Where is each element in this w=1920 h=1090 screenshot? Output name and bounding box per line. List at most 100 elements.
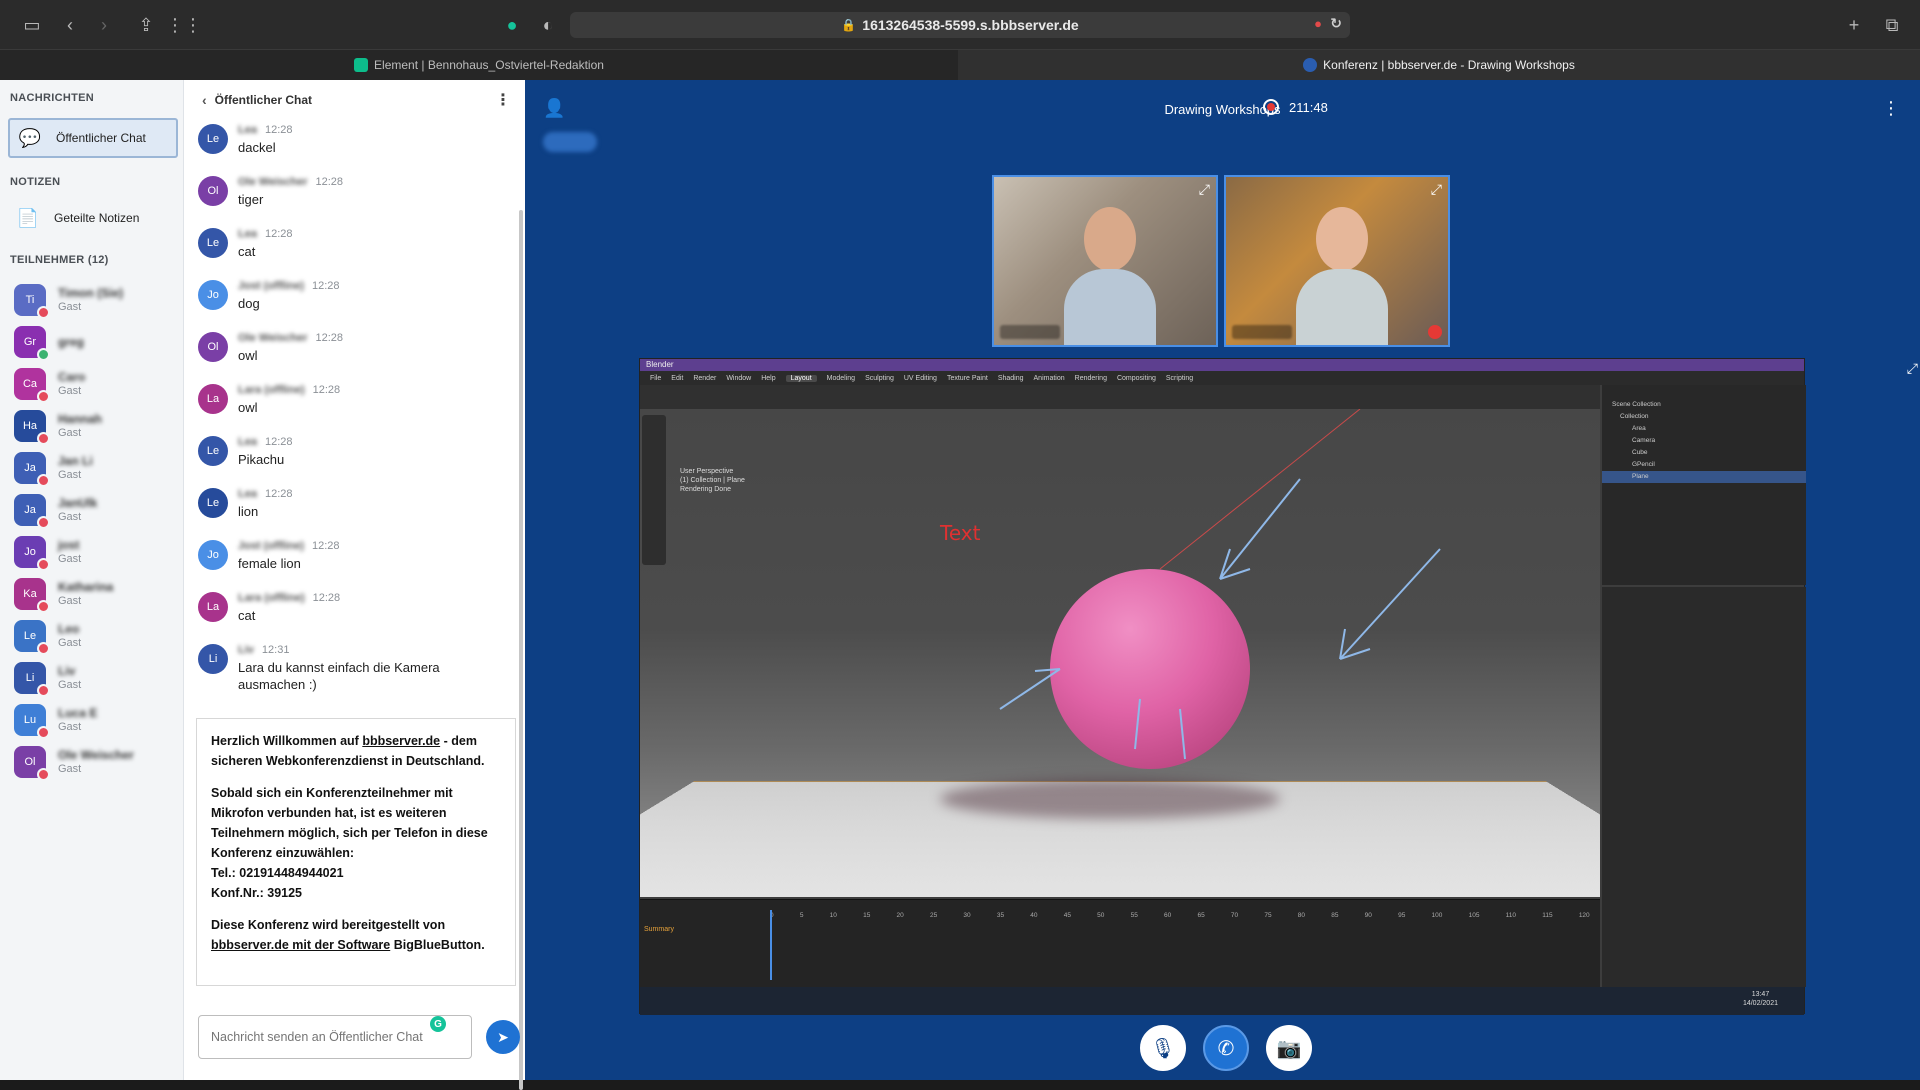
- blender-menu-item[interactable]: Help: [761, 375, 775, 382]
- blender-menu-item[interactable]: Edit: [671, 375, 683, 382]
- address-bar[interactable]: 🔒 1613264538-5599.s.bbbserver.de ● ↻: [570, 12, 1350, 38]
- blender-workspace-tab[interactable]: Rendering: [1075, 375, 1107, 382]
- blender-workspace-tab[interactable]: Texture Paint: [947, 375, 988, 382]
- timeline-tick: 40: [1030, 912, 1038, 919]
- share-icon[interactable]: ⇪: [134, 13, 158, 37]
- playhead[interactable]: [770, 910, 772, 980]
- blender-workspace-tab[interactable]: Shading: [998, 375, 1024, 382]
- participant-item[interactable]: Ka Katharina Gast: [14, 572, 174, 616]
- sidebar-toggle-icon[interactable]: ▭: [20, 13, 44, 37]
- mute-microphone-button[interactable]: 🎙: [1140, 1025, 1186, 1071]
- blender-workspace-tab[interactable]: Scripting: [1166, 375, 1193, 382]
- outliner-item[interactable]: Area: [1602, 423, 1806, 435]
- outliner-item[interactable]: GPencil: [1602, 459, 1806, 471]
- participant-item[interactable]: Ca Caro Gast: [14, 362, 174, 406]
- webcam-video[interactable]: ⤢: [1224, 175, 1450, 347]
- avatar: Ka: [14, 578, 50, 613]
- bbb-favicon-icon: [1303, 58, 1318, 72]
- participant-item[interactable]: Ha Hannah Gast: [14, 404, 174, 448]
- fullscreen-icon[interactable]: ⤢: [1431, 181, 1442, 198]
- software-link[interactable]: bbbserver.de mit der Software: [211, 938, 390, 952]
- participant-item[interactable]: Lu Luca E Gast: [14, 698, 174, 742]
- participant-item[interactable]: Ol Ole Weischer Gast: [14, 740, 174, 784]
- sidebar-item-public-chat[interactable]: 💬 Öffentlicher Chat: [8, 118, 178, 158]
- leave-audio-button[interactable]: ✆: [1203, 1025, 1249, 1071]
- blender-outliner[interactable]: Scene Collection Collection Area Camera Cube…: [1602, 385, 1806, 585]
- outliner-item[interactable]: Plane: [1602, 471, 1806, 483]
- avatar: Li: [14, 662, 50, 697]
- blender-workspace-tab[interactable]: Modeling: [827, 375, 855, 382]
- screenshare-fullscreen-icon[interactable]: ⤢: [1907, 360, 1918, 377]
- participant-item[interactable]: Ja Jan Li Gast: [14, 446, 174, 490]
- chat-scrollbar[interactable]: [519, 210, 523, 1090]
- participant-role: Gast: [58, 721, 82, 733]
- blender-menu-item[interactable]: Window: [726, 375, 751, 382]
- browser-toolbar: ▭ ‹ › ⇪ ⋮⋮ ● ◐ 🔒 1613264538-5599.s.bbbse…: [0, 0, 1920, 50]
- bbbserver-link[interactable]: bbbserver.de: [362, 734, 440, 748]
- chat-options-icon[interactable]: ⋮: [495, 90, 511, 110]
- message-time: 12:28: [312, 540, 340, 552]
- participant-name: JanUlk: [58, 496, 98, 510]
- sidebar-item-shared-notes[interactable]: 📄 Geteilte Notizen: [8, 198, 178, 238]
- outliner-item[interactable]: Camera: [1602, 435, 1806, 447]
- blender-workspace-tab[interactable]: Layout: [785, 374, 817, 382]
- tabs-overview-icon[interactable]: ⧉: [1880, 13, 1904, 37]
- message-text: owl: [238, 348, 258, 363]
- chat-panel: ‹ Öffentlicher Chat ⋮ Le Lea 12:28 dacke…: [184, 80, 525, 1090]
- avatar: Jo: [198, 280, 228, 310]
- microphone-icon: ●: [1314, 16, 1322, 31]
- participant-item[interactable]: Li Liv Gast: [14, 656, 174, 700]
- message-time: 12:28: [264, 488, 293, 500]
- outliner-item[interactable]: Cube: [1602, 447, 1806, 459]
- blender-workspace-tab[interactable]: UV Editing: [904, 375, 937, 382]
- grid-icon[interactable]: ⋮⋮: [166, 13, 202, 37]
- grammarly-icon[interactable]: G: [430, 1016, 446, 1032]
- outliner-item[interactable]: Scene Collection: [1602, 399, 1806, 411]
- avatar: Li: [198, 644, 228, 674]
- participant-role: Gast: [58, 595, 82, 607]
- participant-role: Gast: [58, 511, 82, 523]
- blender-workspace-tab[interactable]: Sculpting: [865, 375, 894, 382]
- screen-share[interactable]: Blender File Edit Render Window Help Layout Mo…: [639, 358, 1806, 1015]
- blender-3d-viewport[interactable]: Text User Perspective (1) Collection | P…: [640, 409, 1600, 897]
- back-icon[interactable]: ‹: [58, 13, 82, 37]
- participant-item[interactable]: Ti Timon (Sie) Gast: [14, 278, 174, 322]
- reload-icon[interactable]: ↻: [1330, 15, 1342, 32]
- send-button[interactable]: ➤: [486, 1020, 520, 1054]
- participant-item[interactable]: Ja JanUlk Gast: [14, 488, 174, 532]
- camera-toggle-button[interactable]: 📷: [1266, 1025, 1312, 1071]
- participant-item[interactable]: Le Leo Gast: [14, 614, 174, 658]
- tab-element[interactable]: Element | Bennohaus_Ostviertel-Redaktion: [0, 50, 958, 80]
- participant-role: Gast: [58, 553, 82, 565]
- timeline-tick: 35: [996, 912, 1005, 919]
- fullscreen-icon[interactable]: ⤢: [1199, 181, 1210, 198]
- new-tab-icon[interactable]: +: [1842, 13, 1866, 37]
- blender-menu-item[interactable]: Render: [693, 375, 716, 382]
- blender-properties-panel[interactable]: [1602, 587, 1806, 987]
- blender-timeline[interactable]: Summary 05101520253035404550556065707580…: [640, 899, 1600, 987]
- recording-indicator[interactable]: 211:48: [1263, 99, 1328, 115]
- url-text: 1613264538-5599.s.bbbserver.de: [862, 17, 1079, 33]
- avatar: Le: [198, 124, 228, 154]
- forward-icon[interactable]: ›: [92, 13, 116, 37]
- blender-workspace-tab[interactable]: Compositing: [1117, 375, 1156, 382]
- participant-video-person: [1296, 207, 1388, 345]
- back-chevron-icon[interactable]: ‹: [202, 92, 207, 108]
- participant-item[interactable]: Gr greg: [14, 320, 174, 364]
- participant-role: Gast: [58, 679, 82, 691]
- blender-workspace-tab[interactable]: Animation: [1034, 375, 1065, 382]
- timeline-tick: 100: [1431, 912, 1443, 919]
- webcam-video[interactable]: ⤢: [992, 175, 1218, 347]
- tab-conference[interactable]: Konferenz | bbbserver.de - Drawing Works…: [958, 50, 1920, 80]
- options-menu-icon[interactable]: ⋮: [1882, 98, 1900, 119]
- sidebar-item-label: Geteilte Notizen: [54, 211, 140, 225]
- blender-menu-item[interactable]: File: [650, 375, 661, 382]
- blender-toolbar[interactable]: [642, 415, 666, 565]
- grammarly-icon[interactable]: ●: [500, 13, 524, 37]
- shield-icon[interactable]: ◐: [536, 13, 560, 37]
- tab-title: Konferenz | bbbserver.de - Drawing Works…: [1323, 58, 1575, 72]
- chat-message: Le Lea 12:28 Pikachu: [198, 436, 508, 468]
- participant-item[interactable]: Jo jost Gast: [14, 530, 174, 574]
- outliner-item[interactable]: Collection: [1602, 411, 1806, 423]
- avatar: Ja: [14, 494, 50, 529]
